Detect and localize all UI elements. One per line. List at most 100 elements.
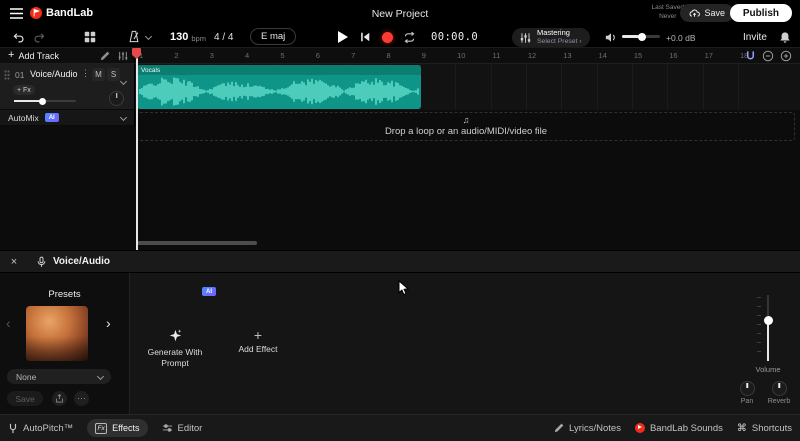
record-icon	[382, 32, 393, 43]
mastering-button[interactable]: Mastering Select Preset ›	[512, 28, 590, 47]
ruler-number: 11	[492, 51, 501, 60]
pan-knob-dial[interactable]	[739, 381, 755, 396]
bandlab-logo-icon[interactable]	[30, 7, 42, 19]
editor-tab[interactable]: Editor	[162, 423, 202, 434]
add-track-button[interactable]: + Add Track	[8, 50, 59, 61]
speaker-icon[interactable]	[605, 32, 617, 43]
ruler-number: 8	[386, 51, 391, 60]
track-volume-slider[interactable]	[14, 97, 76, 105]
drop-zone[interactable]: ♫ Drop a loop or an audio/MIDI/video fil…	[137, 112, 795, 141]
shortcuts-button[interactable]: ⌘ Shortcuts	[737, 423, 792, 434]
bandlab-sounds-button[interactable]: BandLab Sounds	[634, 422, 723, 434]
ruler-number: 14	[598, 51, 607, 60]
mixer-icon[interactable]	[118, 51, 128, 61]
music-note-icon: ♫	[462, 115, 470, 125]
time-display[interactable]: 00:00.0	[431, 31, 478, 43]
preset-image[interactable]	[26, 306, 88, 361]
preset-save-button[interactable]: Save	[7, 391, 43, 406]
more-icon: ⋯	[77, 393, 86, 403]
skip-start-icon	[361, 32, 370, 42]
loop-icon	[404, 31, 415, 44]
audio-region-vocals[interactable]: Vocals	[137, 65, 421, 109]
fader-thumb[interactable]	[763, 316, 773, 325]
track-pan-knob[interactable]	[109, 91, 124, 106]
publish-label: Publish	[742, 7, 779, 19]
slider-thumb[interactable]	[38, 97, 46, 105]
bandlab-sounds-icon	[634, 423, 645, 433]
zoom-out-icon[interactable]	[762, 50, 774, 62]
expand-automix-icon[interactable]	[119, 113, 128, 122]
effects-tab[interactable]: Fx Effects	[87, 419, 148, 437]
track-volume-fader[interactable]: Volume	[748, 295, 788, 375]
ruler-number: 16	[669, 51, 678, 60]
preset-more-button[interactable]: ⋯	[74, 391, 89, 406]
master-volume-slider[interactable]	[622, 32, 660, 41]
timeline-header[interactable]: 1 2 3 4 5 6 7 8 9 10 11 12 13 14 15 16 17 18	[135, 48, 800, 64]
solo-button[interactable]: S	[107, 68, 120, 81]
mastering-preset-label: Select Preset ›	[537, 37, 582, 45]
lyrics-label: Lyrics/Notes	[569, 422, 621, 434]
volume-label: Volume	[755, 365, 781, 374]
close-icon: ×	[10, 255, 18, 268]
slider-thumb[interactable]	[638, 32, 647, 41]
redo-icon[interactable]	[33, 31, 46, 43]
sounds-label: BandLab Sounds	[649, 422, 723, 434]
time-signature[interactable]: 4 / 4	[214, 32, 233, 43]
horizontal-scrollbar[interactable]	[137, 241, 257, 245]
reverb-knob[interactable]: Reverb	[768, 381, 790, 405]
metronome-button[interactable]	[128, 30, 153, 43]
region-name: Vocals	[141, 66, 161, 74]
menu-icon[interactable]	[10, 8, 23, 19]
effects-panel: × Voice/Audio Presets ‹ › None Save ⋯ AI	[0, 250, 800, 415]
close-panel-button[interactable]: ×	[7, 255, 21, 269]
master-volume-db: +0.0 dB	[666, 33, 696, 43]
pan-knob[interactable]: Pan	[738, 381, 756, 405]
key-button[interactable]: E maj	[250, 28, 297, 45]
record-button[interactable]	[382, 32, 393, 43]
mute-button[interactable]: M	[92, 68, 105, 81]
generate-with-prompt-button[interactable]: Generate With Prompt	[144, 329, 206, 370]
ruler-number: 10	[457, 51, 466, 60]
autopitch-button[interactable]: AutoPitch™	[8, 423, 73, 434]
notifications-button[interactable]: 1	[779, 31, 800, 44]
save-button[interactable]: Save	[680, 4, 734, 22]
lyrics-notes-button[interactable]: Lyrics/Notes	[554, 423, 621, 434]
drag-handle-icon[interactable]	[4, 70, 10, 80]
skip-to-start-button[interactable]	[359, 31, 371, 43]
transport-toolbar: 130 bpm 4 / 4 E maj 00:00.0 Mastering Se…	[0, 26, 800, 48]
automix-track[interactable]: AutoMix AI	[0, 110, 135, 126]
zoom-in-icon[interactable]	[780, 50, 792, 62]
loops-grid-icon[interactable]	[84, 31, 96, 43]
microphone-icon	[37, 256, 46, 268]
play-button[interactable]	[338, 31, 348, 43]
drop-hint-text: Drop a loop or an audio/MIDI/video file	[384, 126, 548, 137]
ruler-number: 15	[633, 51, 643, 60]
track-name: Voice/Audio	[30, 69, 78, 79]
preset-next-button[interactable]: ›	[106, 315, 111, 331]
invite-button[interactable]: Invite	[743, 32, 767, 43]
preset-select[interactable]: None	[7, 369, 111, 384]
track-fx-button[interactable]: + Fx	[13, 85, 35, 95]
preset-prev-button[interactable]: ‹	[6, 315, 11, 331]
loop-button[interactable]	[403, 31, 416, 44]
bpm-unit: bpm	[191, 33, 206, 43]
project-title: New Project	[371, 8, 429, 20]
bpm-display[interactable]: 130 bpm	[170, 31, 206, 43]
snap-magnet-icon[interactable]	[745, 50, 756, 61]
metronome-icon	[128, 30, 140, 43]
track-menu-icon[interactable]: ⋮	[81, 68, 90, 79]
undo-icon[interactable]	[12, 31, 25, 43]
publish-button[interactable]: Publish	[729, 4, 792, 22]
autopitch-label: AutoPitch™	[23, 422, 74, 434]
track-lane[interactable]: Vocals	[135, 64, 800, 110]
fx-icon: Fx	[95, 422, 108, 434]
add-effect-button[interactable]: + Add Effect	[230, 328, 286, 355]
draw-automation-icon[interactable]	[100, 51, 110, 61]
effects-chain-area: AI Generate With Prompt + Add Effect Vol…	[130, 273, 800, 415]
reverb-knob-dial[interactable]	[771, 381, 787, 396]
preset-share-button[interactable]	[52, 391, 67, 406]
editor-icon	[162, 423, 173, 433]
track-header-voice-audio[interactable]: 01 Voice/Audio ⋮ M S + Fx	[0, 64, 135, 110]
collapse-track-icon[interactable]	[119, 77, 128, 86]
last-saved: Last Saved Never	[651, 4, 684, 22]
